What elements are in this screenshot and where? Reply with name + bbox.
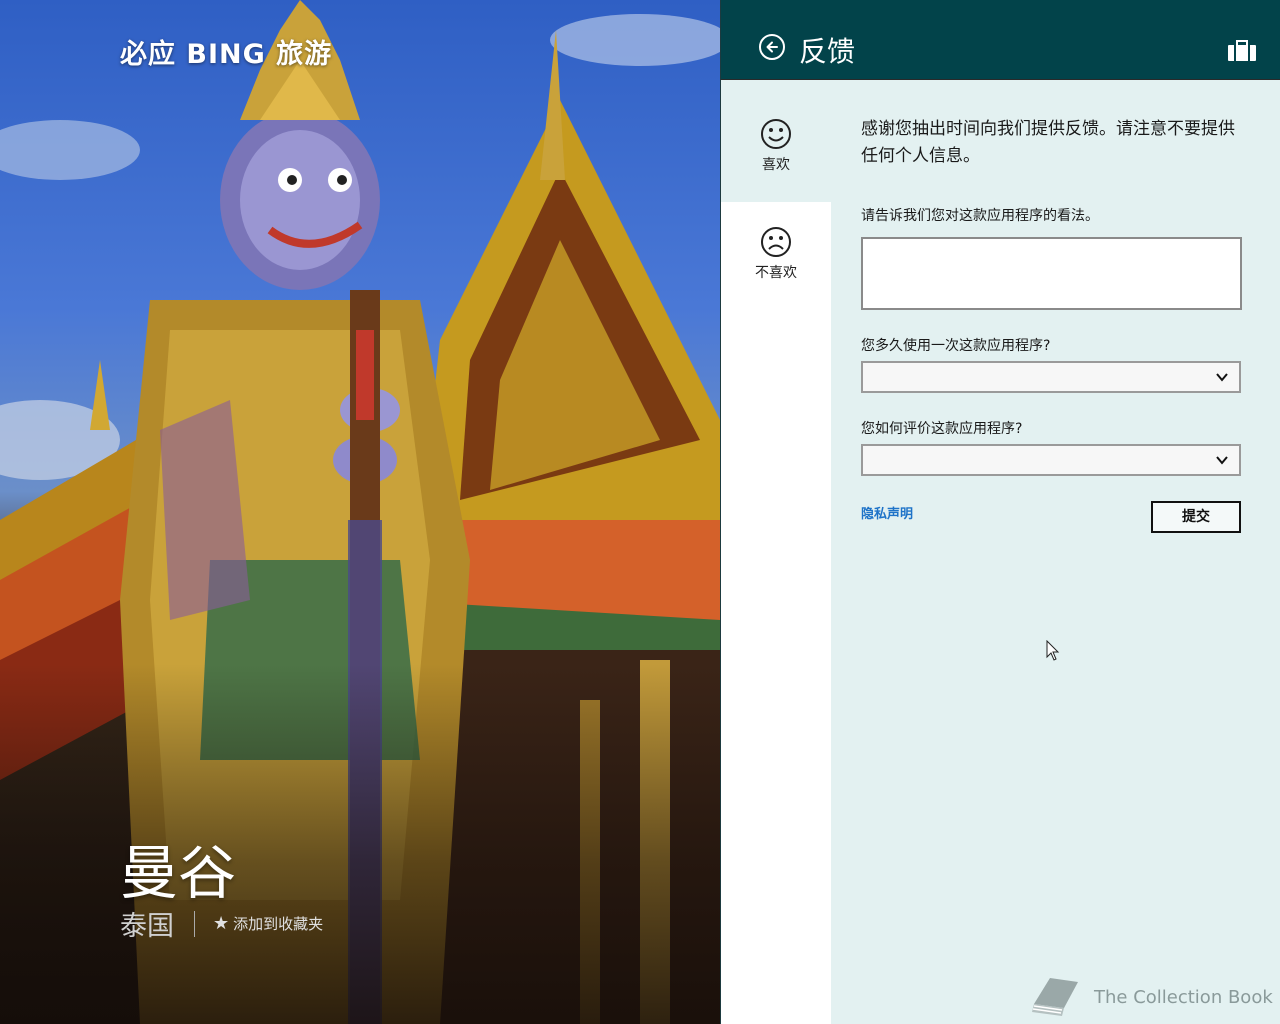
add-to-favorites-link[interactable]: ★ 添加到收藏夹 (213, 913, 323, 934)
frequency-question: 您多久使用一次这款应用程序? (861, 338, 1051, 354)
back-arrow-circle-icon[interactable] (759, 34, 785, 60)
app-title: 必应 BING 旅游 (120, 39, 333, 70)
like-option[interactable]: 喜欢 (721, 94, 831, 202)
rating-question: 您如何评价这款应用程序? (861, 421, 1023, 437)
hero-gradient-overlay (0, 664, 720, 1024)
book-icon (1032, 978, 1078, 1016)
dislike-label: 不喜欢 (755, 265, 797, 281)
smiley-face-icon (761, 119, 791, 149)
opinion-question: 请告诉我们您对这款应用程序的看法。 (861, 208, 1099, 224)
chevron-down-icon (1216, 456, 1228, 465)
dislike-option[interactable]: 不喜欢 (721, 202, 831, 310)
briefcase-icon[interactable] (1227, 40, 1257, 66)
destination-country: 泰国 (120, 911, 174, 942)
flyout-header: 反馈 (721, 0, 1280, 80)
sad-face-icon (761, 227, 791, 257)
watermark: The Collection Book (1028, 974, 1273, 1020)
rating-dropdown[interactable] (861, 444, 1241, 476)
destination-info-row: 泰国 ★ 添加到收藏夹 (120, 904, 323, 943)
hero-panel: 必应 BING 旅游 曼谷 泰国 ★ 添加到收藏夹 (0, 0, 720, 1024)
frequency-dropdown[interactable] (861, 361, 1241, 393)
opinion-textarea[interactable] (861, 237, 1242, 310)
add-to-favorites-label: 添加到收藏夹 (233, 915, 324, 933)
like-label: 喜欢 (762, 157, 790, 173)
flyout-title: 反馈 (799, 35, 856, 68)
sentiment-selector: 喜欢 不喜欢 (721, 80, 831, 1024)
privacy-statement-link[interactable]: 隐私声明 (861, 503, 913, 522)
submit-button[interactable]: 提交 (1151, 501, 1241, 533)
mouse-cursor-icon (1046, 640, 1060, 661)
divider (194, 910, 195, 937)
watermark-text: The Collection Book (1094, 986, 1273, 1008)
dislike-column: 不喜欢 (721, 202, 831, 1024)
chevron-down-icon (1216, 373, 1228, 382)
star-icon: ★ (213, 913, 230, 934)
feedback-flyout: 反馈 喜欢 不喜欢 感谢您抽出时间向我们提供反馈。请注意不要提供任何个人信息。 … (720, 0, 1280, 1024)
destination-city: 曼谷 (120, 839, 237, 907)
intro-text: 感谢您抽出时间向我们提供反馈。请注意不要提供任何个人信息。 (861, 119, 1235, 166)
